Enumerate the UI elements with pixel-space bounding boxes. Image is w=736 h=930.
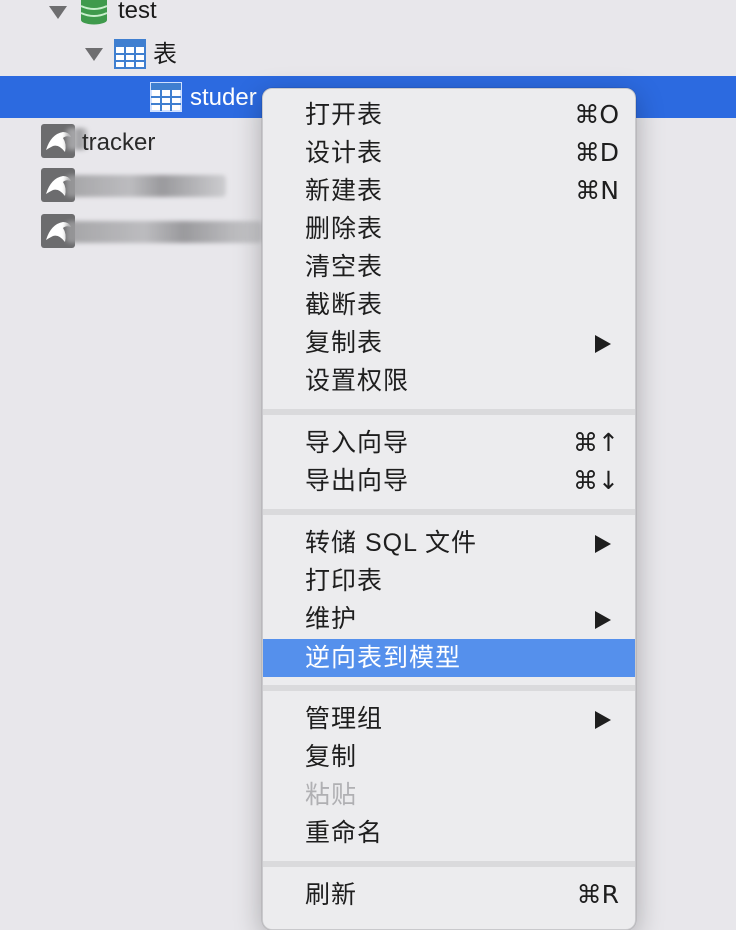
menu-item-label: 设计表 xyxy=(305,139,384,167)
tree-label-connection: tracker xyxy=(82,129,156,156)
menu-item-set-permissions[interactable]: 设置权限 xyxy=(263,362,635,400)
table-icon xyxy=(114,39,146,69)
menu-item-label: 复制 xyxy=(305,743,358,771)
menu-item-label: 打开表 xyxy=(305,101,384,129)
shortcut-label: ⌘R xyxy=(576,880,619,909)
menu-item-copy[interactable]: 复制 xyxy=(263,738,635,776)
menu-item-label: 设置权限 xyxy=(305,367,410,395)
menu-item-refresh[interactable]: 刷新 ⌘R xyxy=(263,876,635,914)
shortcut-label: ⌘N xyxy=(575,176,619,205)
context-menu: 打开表 ⌘O 设计表 ⌘D 新建表 ⌘N 删除表 清空表 截断表 复制表 设置权… xyxy=(262,88,636,930)
menu-item-empty-table[interactable]: 清空表 xyxy=(263,248,635,286)
menu-separator xyxy=(263,409,635,415)
tree-label-tables-folder: 表 xyxy=(153,41,177,68)
menu-item-export-wizard[interactable]: 导出向导 ⌘↓ xyxy=(263,462,635,500)
menu-item-label: 粘贴 xyxy=(305,781,358,809)
shortcut-label: ⌘D xyxy=(574,138,619,167)
submenu-arrow-icon xyxy=(595,611,611,629)
shortcut-label: ⌘↓ xyxy=(573,466,619,495)
menu-item-open-table[interactable]: 打开表 ⌘O xyxy=(263,96,635,134)
menu-item-label: 删除表 xyxy=(305,215,384,243)
menu-item-truncate-table[interactable]: 截断表 xyxy=(263,286,635,324)
tree-label-database: test xyxy=(118,0,157,24)
disclosure-triangle-icon[interactable] xyxy=(85,48,103,61)
menu-item-label: 逆向表到模型 xyxy=(305,644,462,672)
menu-item-label: 重命名 xyxy=(305,819,384,847)
menu-item-delete-table[interactable]: 删除表 xyxy=(263,210,635,248)
redacted-overlay xyxy=(66,175,226,197)
menu-item-label: 清空表 xyxy=(305,253,384,281)
menu-separator xyxy=(263,509,635,515)
menu-item-label: 导入向导 xyxy=(305,429,410,457)
tree-row-database[interactable]: test xyxy=(0,0,736,32)
submenu-arrow-icon xyxy=(595,711,611,729)
menu-item-maintenance[interactable]: 维护 xyxy=(263,600,635,638)
menu-separator xyxy=(263,861,635,867)
menu-item-label: 复制表 xyxy=(305,329,384,357)
database-icon xyxy=(80,0,108,25)
menu-item-label: 新建表 xyxy=(305,177,384,205)
menu-item-manage-group[interactable]: 管理组 xyxy=(263,700,635,738)
menu-item-rename[interactable]: 重命名 xyxy=(263,814,635,852)
menu-item-label: 导出向导 xyxy=(305,467,410,495)
shortcut-label: ⌘O xyxy=(574,100,619,129)
menu-item-reverse-table-to-model[interactable]: 逆向表到模型 xyxy=(263,639,635,677)
menu-item-design-table[interactable]: 设计表 ⌘D xyxy=(263,134,635,172)
submenu-arrow-icon xyxy=(595,535,611,553)
menu-item-duplicate-table[interactable]: 复制表 xyxy=(263,324,635,362)
menu-item-label: 转储 SQL 文件 xyxy=(305,529,477,557)
menu-item-dump-sql-file[interactable]: 转储 SQL 文件 xyxy=(263,524,635,562)
disclosure-triangle-icon[interactable] xyxy=(49,6,67,19)
shortcut-label: ⌘↑ xyxy=(573,428,619,457)
menu-item-paste: 粘贴 xyxy=(263,776,635,814)
menu-item-label: 维护 xyxy=(305,605,358,633)
menu-item-new-table[interactable]: 新建表 ⌘N xyxy=(263,172,635,210)
tree-label-selected-table: studer xyxy=(190,84,257,111)
menu-item-label: 打印表 xyxy=(305,567,384,595)
menu-item-label: 管理组 xyxy=(305,705,384,733)
table-icon xyxy=(150,82,182,112)
menu-item-label: 截断表 xyxy=(305,291,384,319)
menu-item-print-table[interactable]: 打印表 xyxy=(263,562,635,600)
menu-separator xyxy=(263,685,635,691)
submenu-arrow-icon xyxy=(595,335,611,353)
menu-item-import-wizard[interactable]: 导入向导 ⌘↑ xyxy=(263,424,635,462)
menu-item-label: 刷新 xyxy=(305,881,358,909)
tree-row-tables-folder[interactable]: 表 xyxy=(0,36,736,76)
redacted-overlay xyxy=(66,221,262,243)
